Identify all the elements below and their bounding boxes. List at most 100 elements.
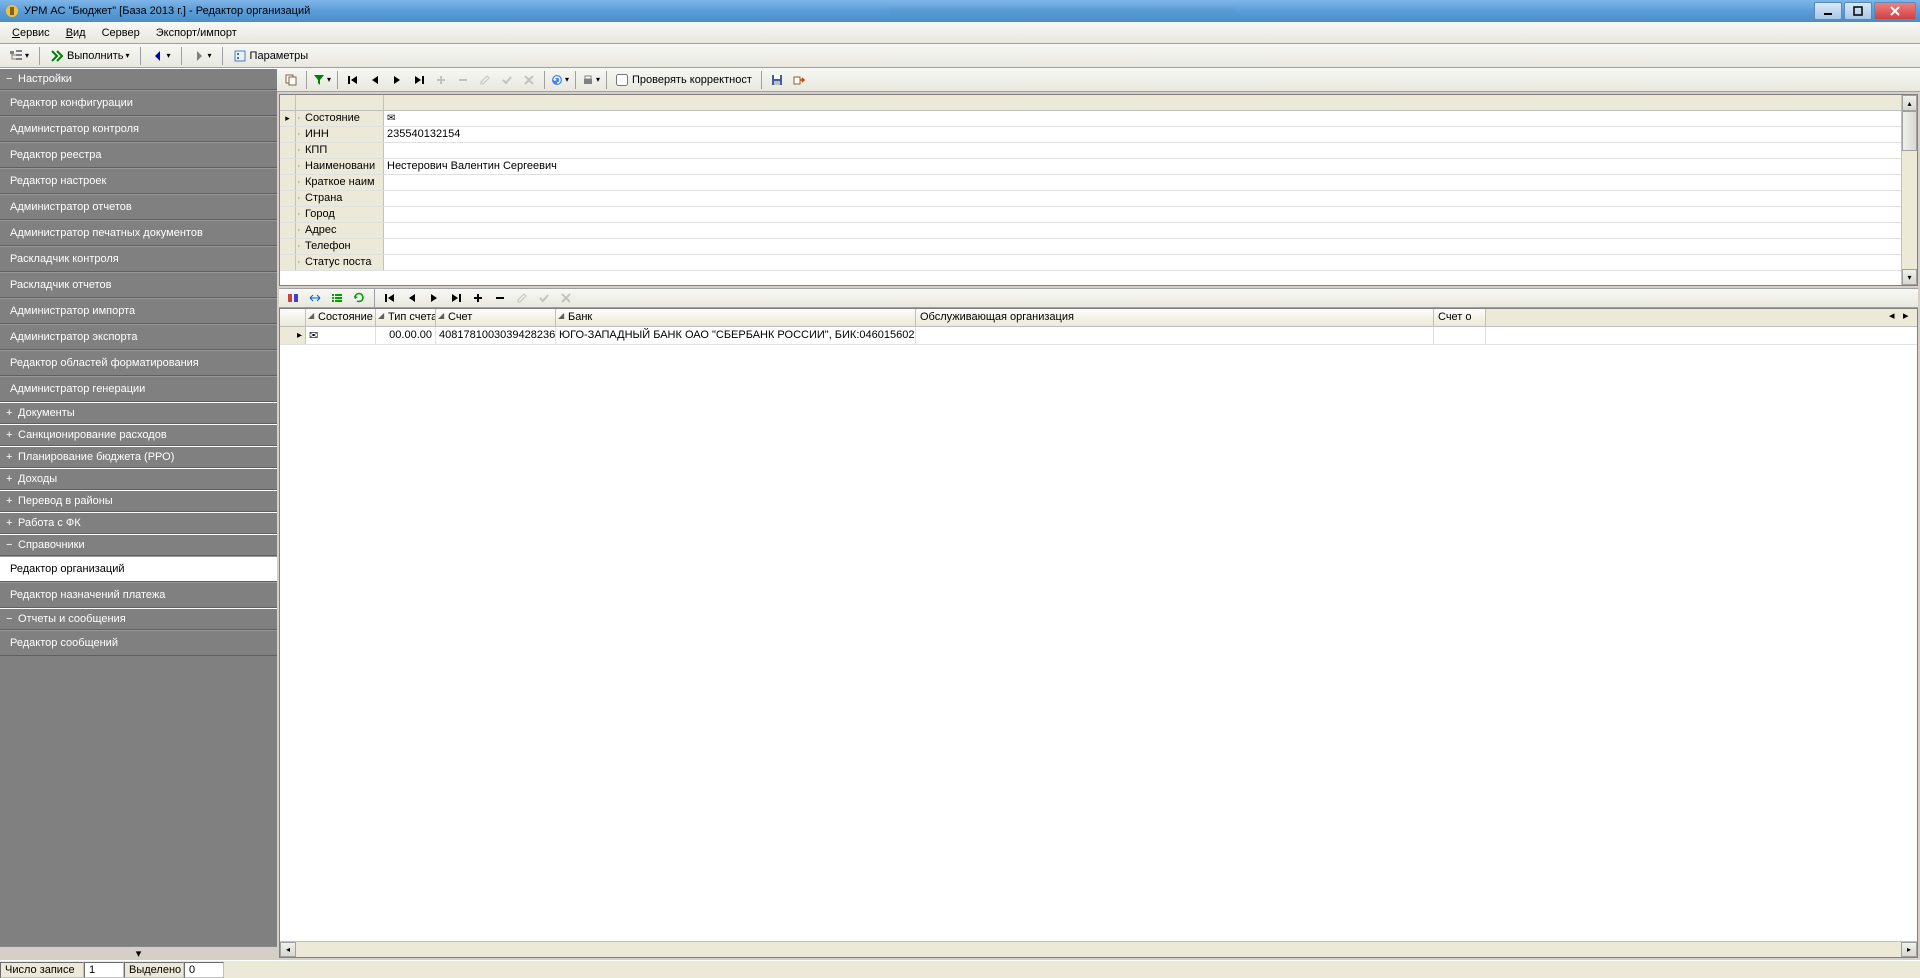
scroll-left-button[interactable]: ◂ [1889, 309, 1903, 325]
col-header-state[interactable]: ◢Состояние [306, 309, 376, 326]
edit-record-icon[interactable] [475, 70, 495, 90]
sidebar-group-budget-planning[interactable]: +Планирование бюджета (РРО) [0, 446, 277, 468]
accounts-horizontal-scrollbar[interactable]: ◂ ▸ [280, 941, 1917, 957]
sidebar-group-reports-messages[interactable]: −Отчеты и сообщения [0, 608, 277, 630]
menu-server[interactable]: Сервер [94, 25, 148, 41]
confirm-icon[interactable] [497, 70, 517, 90]
sidebar-item-reports-admin[interactable]: Администратор отчетов [0, 194, 277, 220]
field-value-name[interactable]: Нестерович Валентин Сергеевич [384, 159, 1901, 174]
scroll-right-button[interactable]: ▸ [1903, 309, 1917, 325]
menu-service[interactable]: Сервис [4, 25, 58, 41]
sidebar-group-sanctioning[interactable]: +Санкционирование расходов [0, 424, 277, 446]
list-icon[interactable] [327, 288, 347, 308]
refresh-small-icon[interactable] [349, 288, 369, 308]
scroll-track[interactable] [296, 942, 1901, 957]
nav-tree-button[interactable]: ▾ [4, 46, 34, 66]
scroll-up-button[interactable]: ▴ [1902, 95, 1917, 111]
filter-icon[interactable]: ▾ [312, 70, 332, 90]
sidebar-scroll-down[interactable]: ▾ [0, 946, 277, 960]
sidebar-group-documents[interactable]: +Документы [0, 402, 277, 424]
check-correctness-input[interactable] [616, 74, 628, 86]
print-icon[interactable]: ▾ [581, 70, 601, 90]
field-value-inn[interactable]: 235540132154 [384, 127, 1901, 142]
cancel-icon[interactable] [519, 70, 539, 90]
prev-record-icon[interactable] [365, 70, 385, 90]
cell-acct-org[interactable] [1434, 327, 1486, 344]
field-value-shortname[interactable] [384, 175, 1901, 190]
nav-next-button[interactable]: ▾ [187, 46, 217, 66]
prev-record-icon[interactable] [402, 288, 422, 308]
col-header-bank[interactable]: ◢Банк [556, 309, 916, 326]
sidebar-item-print-docs-admin[interactable]: Администратор печатных документов [0, 220, 277, 246]
delete-record-icon[interactable] [490, 288, 510, 308]
col-header-service-org[interactable]: Обслуживающая организация [916, 309, 1434, 326]
toggle-view-icon[interactable] [283, 288, 303, 308]
check-correctness-checkbox[interactable]: Проверять корректност [612, 74, 756, 86]
scroll-left-button[interactable]: ◂ [280, 942, 296, 957]
cell-bank[interactable]: ЮГО-ЗАПАДНЫЙ БАНК ОАО "СБЕРБАНК РОССИИ",… [556, 327, 916, 344]
scroll-track[interactable] [1902, 151, 1917, 269]
last-record-icon[interactable] [409, 70, 429, 90]
col-header-acct-type[interactable]: ◢Тип счета [376, 309, 436, 326]
sidebar-item-settings-editor[interactable]: Редактор настроек [0, 168, 277, 194]
sidebar-item-org-editor[interactable]: Редактор организаций [0, 556, 277, 582]
cell-acct-type[interactable]: 00.00.00 [376, 327, 436, 344]
cell-account[interactable]: 40817810030394282363 [436, 327, 556, 344]
menu-view[interactable]: Вид [58, 25, 94, 41]
value-column-header[interactable] [384, 95, 1901, 110]
copy-icon[interactable] [281, 70, 301, 90]
next-record-icon[interactable] [424, 288, 444, 308]
sidebar-item-export-admin[interactable]: Администратор экспорта [0, 324, 277, 350]
sidebar-group-settings[interactable]: −Настройки [0, 68, 277, 90]
next-record-icon[interactable] [387, 70, 407, 90]
add-record-icon[interactable] [431, 70, 451, 90]
sidebar-item-control-admin[interactable]: Администратор контроля [0, 116, 277, 142]
sidebar-item-message-editor[interactable]: Редактор сообщений [0, 630, 277, 656]
scroll-right-button[interactable]: ▸ [1901, 942, 1917, 957]
edit-record-icon[interactable] [512, 288, 532, 308]
sidebar-item-control-layout[interactable]: Раскладчик контроля [0, 246, 277, 272]
sidebar-item-format-areas-editor[interactable]: Редактор областей форматирования [0, 350, 277, 376]
field-value-city[interactable] [384, 207, 1901, 222]
field-value-status[interactable]: ✉ [384, 111, 1901, 126]
sidebar-item-import-admin[interactable]: Администратор импорта [0, 298, 277, 324]
maximize-button[interactable] [1844, 2, 1872, 20]
label-column-header[interactable] [296, 95, 384, 110]
first-record-icon[interactable] [343, 70, 363, 90]
sidebar-item-generation-admin[interactable]: Администратор генерации [0, 376, 277, 402]
sidebar-group-references[interactable]: −Справочники [0, 534, 277, 556]
menu-export-import[interactable]: Экспорт/импорт [148, 25, 245, 41]
sidebar-item-config-editor[interactable]: Редактор конфигурации [0, 90, 277, 116]
params-button[interactable]: Параметры [228, 46, 314, 66]
field-value-kpp[interactable] [384, 143, 1901, 158]
refresh-icon[interactable]: ▾ [550, 70, 570, 90]
sidebar-group-transfer[interactable]: +Перевод в районы [0, 490, 277, 512]
scroll-down-button[interactable]: ▾ [1902, 269, 1917, 285]
sidebar-group-fk[interactable]: +Работа с ФК [0, 512, 277, 534]
first-record-icon[interactable] [380, 288, 400, 308]
autofit-icon[interactable] [305, 288, 325, 308]
field-value-phone[interactable] [384, 239, 1901, 254]
accounts-row[interactable]: ▸ ✉ 00.00.00 40817810030394282363 ЮГО-ЗА… [280, 327, 1917, 345]
scroll-thumb[interactable] [1902, 111, 1917, 151]
last-record-icon[interactable] [446, 288, 466, 308]
vertical-scrollbar[interactable]: ▴ ▾ [1901, 95, 1917, 285]
add-record-icon[interactable] [468, 288, 488, 308]
save-icon[interactable] [767, 70, 787, 90]
sidebar-item-registry-editor[interactable]: Редактор реестра [0, 142, 277, 168]
delete-record-icon[interactable] [453, 70, 473, 90]
close-button[interactable] [1874, 2, 1916, 20]
sidebar-item-reports-layout[interactable]: Раскладчик отчетов [0, 272, 277, 298]
cell-state[interactable]: ✉ [306, 327, 376, 344]
field-value-address[interactable] [384, 223, 1901, 238]
col-header-account[interactable]: ◢Счет [436, 309, 556, 326]
confirm-icon[interactable] [534, 288, 554, 308]
minimize-button[interactable] [1814, 2, 1842, 20]
field-value-supplier-status[interactable] [384, 255, 1901, 270]
cell-service-org[interactable] [916, 327, 1434, 344]
sidebar-item-payment-purpose-editor[interactable]: Редактор назначений платежа [0, 582, 277, 608]
export-icon[interactable] [789, 70, 809, 90]
col-header-acct-org[interactable]: Счет о [1434, 309, 1486, 326]
field-value-country[interactable] [384, 191, 1901, 206]
cancel-icon[interactable] [556, 288, 576, 308]
